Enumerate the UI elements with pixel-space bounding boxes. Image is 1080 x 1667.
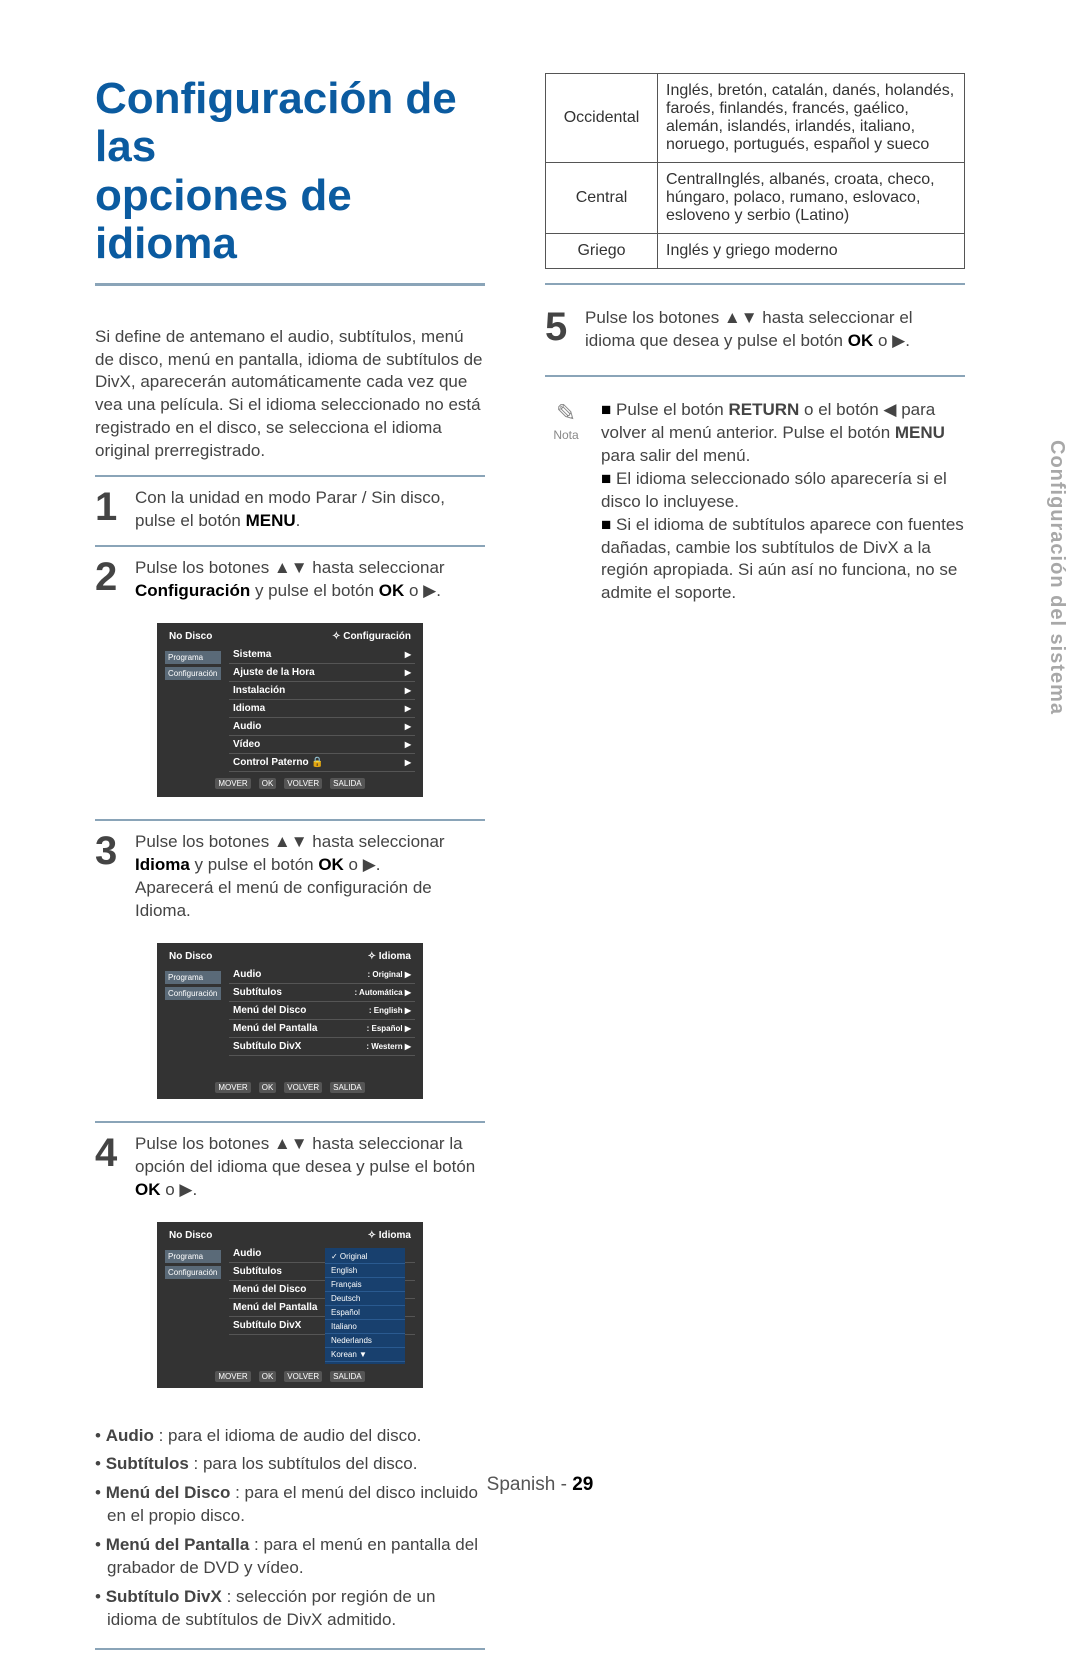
step-num: 2: [95, 557, 125, 603]
table-cell: Inglés, bretón, catalán, danés, holandés…: [658, 74, 965, 163]
title-line1: Configuración de las: [95, 74, 457, 171]
step-num: 5: [545, 307, 575, 353]
step-body: Pulse los botones ▲▼ hasta seleccionar e…: [585, 307, 965, 353]
table-cell: Inglés y griego moderno: [658, 234, 965, 269]
step-num: 4: [95, 1133, 125, 1202]
language-region-table: OccidentalInglés, bretón, catalán, danés…: [545, 73, 965, 269]
section-side-label: Configuración del sistema: [1045, 440, 1068, 715]
step-body: Pulse los botones ▲▼ hasta seleccionar C…: [135, 557, 485, 603]
step-5: 5 Pulse los botones ▲▼ hasta seleccionar…: [545, 299, 965, 361]
note-item: Pulse el botón RETURN o el botón ◀ para …: [601, 399, 965, 468]
note-item: El idioma seleccionado sólo aparecería s…: [601, 468, 965, 514]
step-body: Pulse los botones ▲▼ hasta seleccionar I…: [135, 831, 485, 923]
step-2: 2 Pulse los botones ▲▼ hasta seleccionar…: [95, 547, 485, 821]
option-definitions: Audio : para el idioma de audio del disc…: [95, 1415, 485, 1651]
step-4: 4 Pulse los botones ▲▼ hasta seleccionar…: [95, 1123, 485, 1398]
note-item: Si el idioma de subtítulos aparece con f…: [601, 514, 965, 606]
table-header: Occidental: [546, 74, 658, 163]
step-num: 3: [95, 831, 125, 923]
step-body: Con la unidad en modo Parar / Sin disco,…: [135, 487, 485, 533]
table-header: Griego: [546, 234, 658, 269]
table-header: Central: [546, 163, 658, 234]
step-1: 1 Con la unidad en modo Parar / Sin disc…: [95, 477, 485, 547]
osd-screenshot-1: No Disco✧ Configuración Programa Configu…: [157, 623, 423, 797]
osd-screenshot-2: No Disco✧ Idioma Programa Configuración …: [157, 943, 423, 1099]
intro-text: Si define de antemano el audio, subtítul…: [95, 326, 485, 478]
note-icon: ✎ Nota: [545, 399, 587, 605]
step-3: 3 Pulse los botones ▲▼ hasta seleccionar…: [95, 821, 485, 1123]
step-num: 1: [95, 487, 125, 533]
step-body: Pulse los botones ▲▼ hasta seleccionar l…: [135, 1133, 485, 1202]
language-popup: ✓ Original English Français Deutsch Espa…: [325, 1248, 405, 1364]
page-title: Configuración de las opciones de idioma: [95, 75, 485, 286]
title-line2: opciones de idioma: [95, 171, 352, 268]
note-block: ✎ Nota Pulse el botón RETURN o el botón …: [545, 391, 965, 613]
page-footer: Spanish - 29: [0, 1474, 1080, 1496]
table-cell: CentralInglés, albanés, croata, checo, h…: [658, 163, 965, 234]
osd-screenshot-3: No Disco✧ Idioma Programa Configuración …: [157, 1222, 423, 1388]
